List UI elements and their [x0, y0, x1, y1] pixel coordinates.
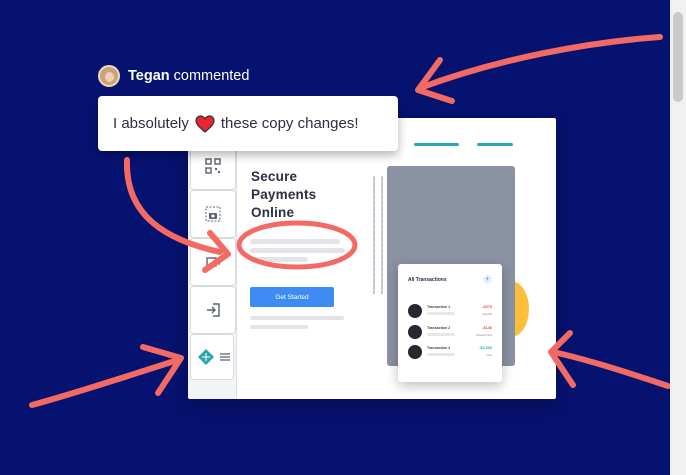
- transaction-avatar: [408, 325, 422, 339]
- transaction-row[interactable]: Transaction 3 -$2,000 Visa: [408, 344, 492, 360]
- annotation-arrow-top: [417, 34, 663, 91]
- transaction-name: Transaction 1: [427, 305, 451, 309]
- user-avatar[interactable]: [98, 65, 120, 87]
- text-placeholder-line: [250, 325, 308, 329]
- headline-line-1: Secure: [251, 169, 298, 184]
- comment-text-after: these copy changes!: [220, 115, 359, 132]
- annotation-arrow-right: [550, 349, 671, 389]
- get-started-button[interactable]: Get Started: [250, 287, 334, 307]
- video-icon[interactable]: [190, 238, 236, 286]
- comment-action: commented: [173, 68, 250, 84]
- transaction-amount: -$375: [482, 305, 492, 309]
- menu-icon: [220, 353, 230, 361]
- nav-dash: [414, 143, 459, 146]
- dot-pattern: [381, 176, 383, 294]
- transaction-avatar: [408, 304, 422, 318]
- camera-icon[interactable]: [190, 190, 236, 238]
- transaction-source: Visa: [486, 353, 492, 357]
- transactions-title: All Transactions: [408, 277, 447, 283]
- annotation-arrow-top-head: [415, 57, 455, 104]
- transaction-source: PayPal: [482, 312, 492, 316]
- annotation-arrow-left-head: [140, 344, 184, 396]
- comment-header: Tegan commented: [98, 64, 249, 88]
- text-placeholder-line: [250, 239, 340, 244]
- transaction-amount: -$146: [482, 326, 492, 330]
- text-placeholder-line: [250, 257, 308, 262]
- transaction-row[interactable]: Transaction 2 -$146 MasterCard: [408, 324, 492, 340]
- text-placeholder-line: [427, 312, 455, 315]
- transaction-source: MasterCard: [476, 333, 492, 337]
- text-placeholder-line: [427, 353, 455, 356]
- mockup-sidebar: [188, 118, 237, 399]
- text-placeholder-line: [250, 316, 344, 320]
- scrollbar-thumb[interactable]: [673, 12, 683, 102]
- plus-icon[interactable]: +: [483, 275, 492, 284]
- vertical-scrollbar[interactable]: [670, 0, 686, 475]
- marketing-illustration: Secure Payments Online Get Started All T…: [0, 0, 686, 475]
- annotation-arrow-left: [29, 357, 181, 408]
- comment-bubble[interactable]: I absolutely these copy changes!: [98, 96, 398, 151]
- comment-text-before: I absolutely: [113, 115, 189, 132]
- transaction-row[interactable]: Transaction 1 -$375 PayPal: [408, 303, 492, 319]
- nav-dash: [477, 143, 513, 146]
- comment-author[interactable]: Tegan: [128, 68, 170, 84]
- heart-icon: [195, 114, 215, 133]
- transaction-amount: -$2,000: [479, 346, 492, 350]
- transaction-name: Transaction 3: [427, 346, 451, 350]
- transactions-card: All Transactions + Transaction 1 -$375 P…: [398, 264, 502, 382]
- headline-line-3: Online: [251, 205, 295, 220]
- text-placeholder-line: [250, 248, 345, 253]
- comment-author-line: Tegan commented: [128, 68, 249, 84]
- headline-line-2: Payments: [251, 187, 317, 202]
- netlify-logo-icon[interactable]: [190, 334, 234, 380]
- transaction-name: Transaction 2: [427, 326, 451, 330]
- dot-pattern: [373, 176, 375, 294]
- mockup-headline: Secure Payments Online: [251, 168, 316, 222]
- comment-text: I absolutely these copy changes!: [113, 114, 359, 133]
- sign-in-icon[interactable]: [190, 286, 236, 334]
- transaction-avatar: [408, 345, 422, 359]
- text-placeholder-line: [427, 333, 455, 336]
